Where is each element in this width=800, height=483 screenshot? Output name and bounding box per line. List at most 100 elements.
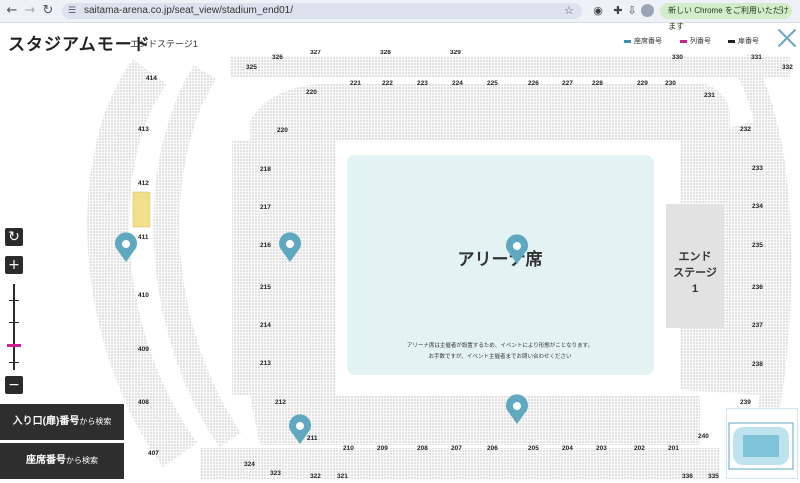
reset-view-icon[interactable]: ↻ — [5, 228, 23, 246]
section-label: 215 — [260, 284, 271, 291]
site-info-icon[interactable]: ☰ — [68, 3, 76, 19]
update-label: 新しい Chrome をご利用いただけます — [668, 6, 789, 31]
section-label: 220 — [277, 127, 288, 134]
section-label: 237 — [752, 322, 763, 329]
section-label: 206 — [487, 445, 498, 452]
legend-label: 扉番号 — [738, 38, 759, 45]
search-by-entrance-button[interactable]: 入り口(扉)番号から検索 — [0, 404, 124, 440]
section-label: 231 — [704, 92, 715, 99]
end-stage[interactable] — [666, 204, 724, 328]
zoom-slider-tick — [9, 362, 19, 363]
section-label: 222 — [382, 80, 393, 87]
section-label: 201 — [668, 445, 679, 452]
legend-row-number: 列番号 — [680, 36, 711, 46]
section-label: 332 — [782, 64, 793, 71]
legend-swatch-icon — [728, 39, 735, 43]
search-entrance-label: 入り口(扉)番号 — [12, 416, 80, 427]
search-by-seat-button[interactable]: 座席番号から検索 — [0, 443, 124, 479]
back-icon[interactable]: ← — [4, 3, 20, 19]
section-label: 230 — [665, 80, 676, 87]
section-label: 414 — [146, 75, 157, 82]
section-label: 407 — [148, 450, 159, 457]
left-middle-tier[interactable] — [153, 65, 241, 448]
section-label: 208 — [417, 445, 428, 452]
section-label: 323 — [270, 470, 281, 477]
zoom-slider-tick — [9, 322, 19, 323]
arena-note-1: アリーナ席は主催者が設置するため、イベントにより形態がことなります。 — [407, 341, 593, 349]
stage-label-3: 1 — [692, 283, 698, 295]
section-label: 232 — [740, 126, 751, 133]
highlighted-seat-block[interactable] — [132, 191, 151, 228]
section-label: 229 — [637, 80, 648, 87]
section-label: 322 — [310, 473, 321, 479]
download-icon[interactable]: ⇩ — [624, 3, 640, 19]
section-label: 226 — [528, 80, 539, 87]
section-label: 240 — [698, 433, 709, 440]
section-label: 233 — [752, 165, 763, 172]
top-outer-tier[interactable] — [230, 56, 790, 78]
section-label: 213 — [260, 360, 271, 367]
minimap-graphic — [728, 422, 794, 470]
legend-door-number: 扉番号 — [728, 36, 759, 46]
section-label: 217 — [260, 204, 271, 211]
section-label: 202 — [634, 445, 645, 452]
arena-label: アリーナ席 — [458, 249, 543, 269]
legend-swatch-icon — [680, 39, 687, 43]
section-label: 227 — [562, 80, 573, 87]
section-label: 238 — [752, 361, 763, 368]
bookmark-star-icon[interactable]: ☆ — [564, 3, 574, 19]
zoom-in-button[interactable]: + — [5, 256, 23, 274]
section-label: 220 — [306, 89, 317, 96]
menu-dots-icon[interactable]: ⋮ — [776, 3, 786, 19]
close-icon[interactable] — [777, 28, 797, 48]
reload-icon[interactable]: ↻ — [40, 3, 56, 19]
section-label: 411 — [138, 234, 149, 241]
section-label: 205 — [528, 445, 539, 452]
search-entrance-suffix: から検索 — [79, 417, 112, 426]
section-label: 328 — [380, 50, 391, 56]
zoom-out-button[interactable]: − — [5, 376, 23, 394]
section-label: 330 — [672, 54, 683, 61]
chrome-update-button[interactable]: 新しい Chrome をご利用いただけます ⋮ — [660, 3, 792, 31]
section-label: 326 — [272, 54, 283, 61]
search-seat-suffix: から検索 — [66, 456, 98, 465]
section-label: 329 — [450, 50, 461, 56]
section-label: 216 — [260, 242, 271, 249]
section-label: 218 — [260, 166, 271, 173]
legend-swatch-icon — [624, 39, 631, 43]
section-label: 412 — [138, 180, 149, 187]
stage-label-1: エンド — [679, 250, 712, 263]
minimap[interactable] — [726, 408, 798, 479]
section-label: 321 — [337, 473, 348, 479]
profile-avatar[interactable] — [641, 4, 654, 17]
stage-label-2: ステージ — [673, 266, 717, 279]
extension-icon[interactable]: ◉ — [590, 3, 606, 19]
section-label: 203 — [596, 445, 607, 452]
section-label: 410 — [138, 292, 149, 299]
browser-toolbar: ← → ↻ ☰ saitama-arena.co.jp/seat_view/st… — [0, 0, 800, 31]
section-label: 335 — [708, 473, 719, 479]
legend-label: 列番号 — [690, 38, 711, 45]
section-label: 235 — [752, 242, 763, 249]
section-label: 224 — [452, 80, 463, 87]
section-label: 214 — [260, 322, 271, 329]
zoom-slider-handle[interactable] — [7, 344, 21, 347]
zoom-slider-track[interactable] — [13, 284, 15, 370]
section-label: 336 — [682, 473, 693, 479]
legend-seat-number: 座席番号 — [624, 36, 662, 46]
left-inner-tier[interactable] — [232, 140, 336, 395]
section-label: 325 — [246, 64, 257, 71]
section-label: 225 — [487, 80, 498, 87]
section-label: 221 — [350, 80, 361, 87]
address-bar[interactable]: ☰ saitama-arena.co.jp/seat_view/stadium_… — [62, 3, 582, 19]
section-label: 327 — [310, 50, 321, 56]
section-label: 408 — [138, 399, 149, 406]
top-inner-tier[interactable] — [250, 83, 730, 140]
legend-label: 座席番号 — [634, 38, 662, 45]
arena-note-2: お手数ですが、イベント主催者までお問い合わせください — [429, 352, 572, 360]
forward-icon[interactable]: → — [22, 3, 38, 19]
section-label: 209 — [377, 445, 388, 452]
section-label: 212 — [275, 399, 286, 406]
section-label: 223 — [417, 80, 428, 87]
bottom-inner-tier[interactable] — [250, 395, 700, 445]
